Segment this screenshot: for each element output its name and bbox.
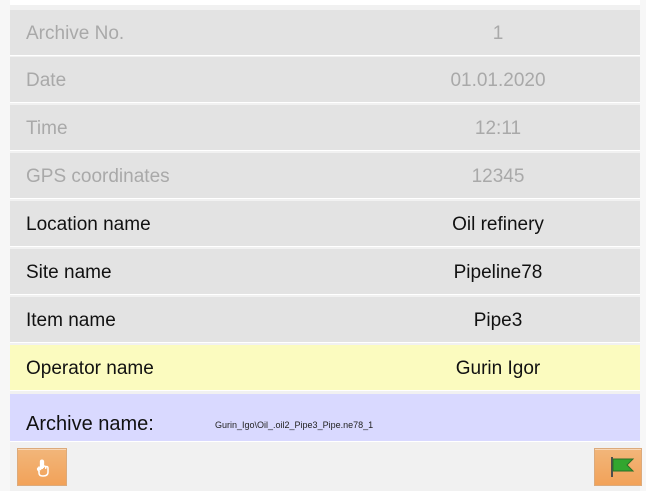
hand-pointer-icon: [35, 459, 51, 480]
time-label: Time: [26, 118, 68, 139]
operator-name-label: Operator name: [26, 358, 154, 379]
operator-name-row[interactable]: Operator name Gurin Igor: [10, 345, 640, 391]
top-border: [0, 0, 646, 5]
operator-name-value[interactable]: Gurin Igor: [393, 358, 603, 380]
location-name-row[interactable]: Location name Oil refinery: [10, 201, 640, 247]
left-border: [0, 0, 10, 491]
archive-name-value: Gurin_Igo\Oil_.oil2_Pipe3_Pipe.ne78_1: [215, 420, 374, 430]
site-name-row[interactable]: Site name Pipeline78: [10, 249, 640, 295]
item-name-row[interactable]: Item name Pipe3: [10, 297, 640, 343]
archive-number-row: Archive No. 1: [10, 10, 640, 56]
site-name-label: Site name: [26, 262, 112, 283]
archive-info-screen: Archive No. 1 Date 01.01.2020 Time 12:11…: [0, 0, 646, 491]
date-row: Date 01.01.2020: [10, 57, 640, 103]
time-value: 12:11: [474, 118, 522, 139]
item-name-label: Item name: [26, 310, 116, 331]
item-name-value[interactable]: Pipe3: [393, 310, 603, 332]
archive-number-value: 1: [492, 23, 504, 44]
flag-icon: [608, 455, 636, 482]
time-row: Time 12:11: [10, 105, 640, 151]
date-value: 01.01.2020: [450, 70, 546, 91]
archive-name-label: Archive name:: [26, 413, 154, 435]
gps-coordinates-row: GPS coordinates 12345: [10, 153, 640, 199]
archive-name-row: Archive name: Gurin_Igo\Oil_.oil2_Pipe3_…: [10, 394, 640, 442]
location-name-label: Location name: [26, 214, 151, 235]
location-name-value[interactable]: Oil refinery: [393, 214, 603, 236]
right-border: [640, 0, 646, 491]
gps-coordinates-label: GPS coordinates: [26, 166, 170, 187]
date-label: Date: [26, 70, 67, 91]
archive-number-label: Archive No.: [26, 23, 125, 44]
site-name-value[interactable]: Pipeline78: [393, 262, 603, 284]
flag-button[interactable]: [594, 448, 642, 486]
hand-pointer-button[interactable]: [17, 448, 67, 486]
gps-coordinates-value: 12345: [471, 166, 525, 187]
